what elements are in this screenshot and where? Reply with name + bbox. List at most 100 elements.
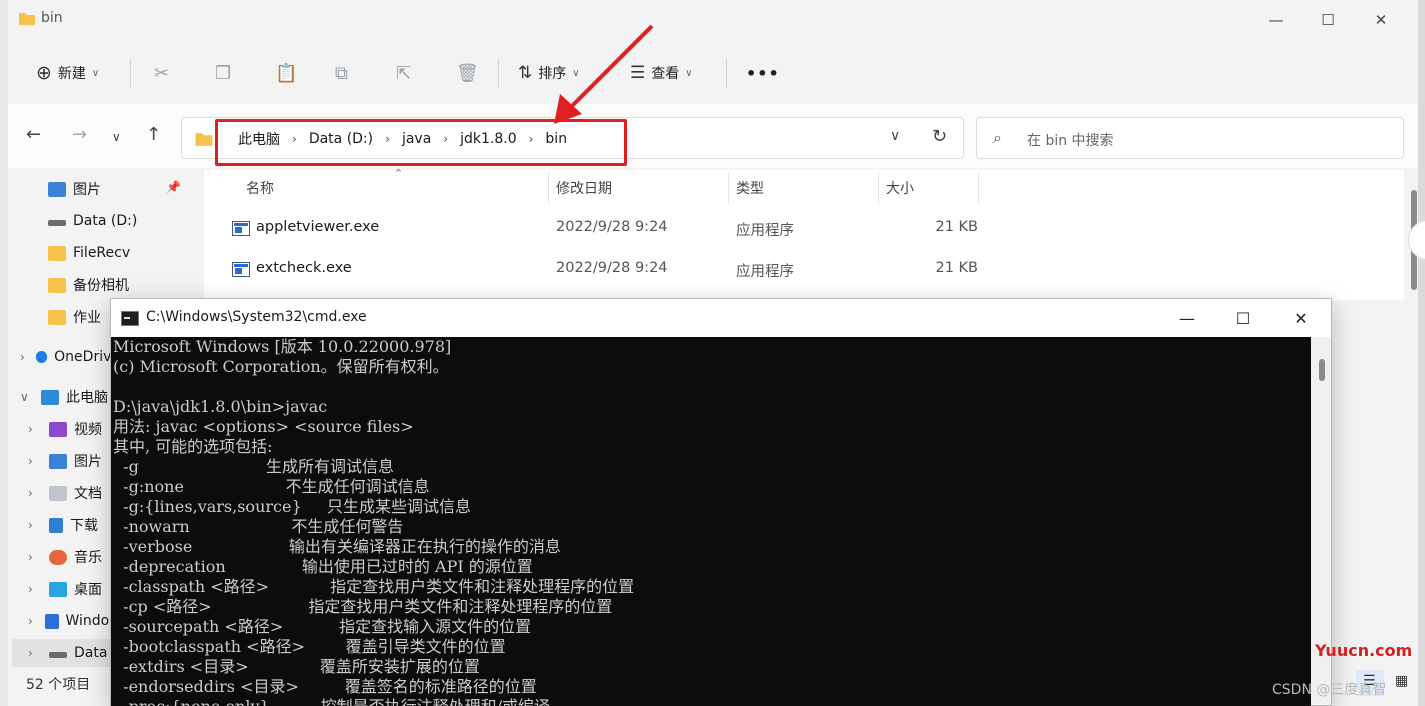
sidebar-item-backup[interactable]: 备份相机 bbox=[48, 271, 129, 299]
cmd-maximize-button[interactable]: ☐ bbox=[1215, 303, 1271, 333]
recent-chevron-icon[interactable]: ∨ bbox=[112, 130, 121, 144]
sidebar-item-label: FileRecv bbox=[73, 245, 131, 261]
drive-icon bbox=[48, 220, 66, 226]
chevron-right-icon[interactable]: › bbox=[28, 454, 42, 468]
copy-button[interactable]: ❐ bbox=[215, 58, 231, 88]
file-type: 应用程序 bbox=[736, 223, 794, 239]
cmd-window-title: C:\Windows\System32\cmd.exe bbox=[146, 309, 367, 325]
plus-circle-icon: ⊕ bbox=[36, 62, 52, 84]
video-icon bbox=[49, 421, 67, 437]
column-divider[interactable] bbox=[728, 172, 729, 204]
back-arrow-icon[interactable]: ← bbox=[26, 124, 41, 145]
column-divider[interactable] bbox=[878, 172, 879, 204]
maximize-icon: ☐ bbox=[1235, 308, 1251, 328]
console-line: (c) Microsoft Corporation。保留所有权利。 bbox=[113, 357, 449, 376]
search-placeholder: 在 bin 中搜索 bbox=[1027, 133, 1114, 149]
chevron-right-icon[interactable]: › bbox=[28, 550, 42, 564]
chevron-right-icon[interactable]: › bbox=[28, 518, 42, 532]
file-row[interactable]: appletviewer.exe 2022/9/28 9:24 应用程序 21 … bbox=[204, 210, 1004, 246]
trash-icon: 🗑 bbox=[456, 62, 479, 84]
command-bar: ⊕ 新建 ∨ ✂ ❐ 📋 ⧉ ⇱ 🗑 ⇅ 排序 ∨ ☰ 查看 ∨ ••• bbox=[8, 44, 1418, 102]
documents-icon bbox=[49, 485, 67, 501]
status-item-count: 52 个项目 bbox=[26, 677, 91, 693]
column-divider[interactable] bbox=[548, 172, 549, 204]
desktop-edge bbox=[1418, 0, 1425, 706]
sidebar-item-label: 视频 bbox=[74, 422, 102, 438]
chevron-right-icon[interactable]: › bbox=[28, 422, 42, 436]
cmd-title-bar[interactable]: C:\Windows\System32\cmd.exe — ☐ ✕ bbox=[111, 299, 1331, 337]
paste-button[interactable]: 📋 bbox=[275, 58, 297, 88]
cut-button[interactable]: ✂ bbox=[154, 58, 169, 88]
console-line: -proc:{none,only} 控制是否执行注释处理和/或编译。 bbox=[113, 697, 634, 706]
sidebar-item-label: 备份相机 bbox=[73, 278, 129, 294]
sidebar-item-data-drive[interactable]: Data (D:) bbox=[48, 207, 137, 235]
file-date: 2022/9/28 9:24 bbox=[556, 219, 668, 235]
sidebar-item-pictures[interactable]: 图片 bbox=[48, 175, 101, 203]
refresh-icon[interactable]: ↻ bbox=[932, 126, 947, 147]
more-icon: ••• bbox=[746, 63, 780, 83]
console-line: -cp <路径> 指定查找用户类文件和注释处理程序的位置 bbox=[113, 597, 613, 616]
console-line: -deprecation 输出使用已过时的 API 的源位置 bbox=[113, 557, 533, 576]
folder-icon bbox=[195, 133, 213, 146]
forward-arrow-icon[interactable]: → bbox=[72, 124, 87, 145]
new-button[interactable]: ⊕ 新建 ∨ bbox=[36, 58, 99, 88]
sidebar-item-label: 音乐 bbox=[74, 550, 102, 566]
file-name: extcheck.exe bbox=[256, 260, 352, 276]
sidebar-item-label: Data (D:) bbox=[73, 213, 138, 229]
tiles-view-icon: ▦ bbox=[1395, 673, 1409, 689]
rename-button[interactable]: ⧉ bbox=[335, 58, 348, 88]
close-button[interactable]: ✕ bbox=[1353, 6, 1409, 34]
share-icon: ⇱ bbox=[396, 62, 412, 84]
sidebar-item-filerecv[interactable]: FileRecv bbox=[48, 239, 130, 267]
application-icon bbox=[232, 221, 250, 236]
chevron-down-icon: ∨ bbox=[685, 67, 693, 79]
maximize-button[interactable]: ☐ bbox=[1300, 6, 1356, 34]
file-size: 21 KB bbox=[935, 219, 978, 235]
folder-icon bbox=[48, 309, 66, 325]
console-line: -endorseddirs <目录> 覆盖签名的标准路径的位置 bbox=[113, 677, 537, 696]
console-line: -sourcepath <路径> 指定查找输入源文件的位置 bbox=[113, 617, 532, 636]
search-input[interactable]: ⌕ 在 bin 中搜索 bbox=[976, 117, 1404, 159]
column-divider[interactable] bbox=[978, 172, 979, 204]
sidebar-item-label: Data bbox=[74, 645, 108, 661]
sidebar-item-label: 图片 bbox=[73, 182, 101, 198]
more-button[interactable]: ••• bbox=[746, 58, 780, 88]
cmd-minimize-button[interactable]: — bbox=[1159, 303, 1215, 333]
chevron-right-icon[interactable]: › bbox=[20, 350, 29, 364]
chevron-down-icon: ∨ bbox=[91, 67, 100, 79]
address-dropdown-icon[interactable]: ∨ bbox=[890, 128, 900, 144]
rename-icon: ⧉ bbox=[335, 62, 348, 84]
console-line: -g:{lines,vars,source} 只生成某些调试信息 bbox=[113, 497, 472, 516]
console-line: 其中, 可能的选项包括: bbox=[113, 437, 273, 456]
file-row[interactable]: extcheck.exe 2022/9/28 9:24 应用程序 21 KB bbox=[204, 251, 1004, 287]
watermark-csdn: CSDN @三度真智 bbox=[1272, 682, 1387, 698]
column-header-size[interactable]: 大小 bbox=[886, 178, 914, 198]
console-icon bbox=[121, 311, 139, 326]
sidebar-item-homework[interactable]: 作业 bbox=[48, 303, 101, 331]
share-button[interactable]: ⇱ bbox=[396, 58, 411, 88]
cmd-close-button[interactable]: ✕ bbox=[1273, 303, 1329, 333]
sidebar-item-this-pc[interactable]: ∨ 此电脑 bbox=[20, 383, 120, 411]
column-header-name[interactable]: 名称 bbox=[246, 178, 274, 198]
console-scroll-thumb[interactable] bbox=[1319, 359, 1325, 381]
chevron-right-icon[interactable]: › bbox=[28, 582, 42, 596]
search-icon: ⌕ bbox=[993, 128, 1002, 147]
chevron-down-icon[interactable]: ∨ bbox=[20, 390, 34, 404]
delete-button[interactable]: 🗑 bbox=[456, 58, 479, 88]
chevron-right-icon[interactable]: › bbox=[28, 646, 42, 660]
console-output[interactable]: Microsoft Windows [版本 10.0.22000.978] (c)… bbox=[111, 337, 1311, 706]
pictures-icon bbox=[49, 453, 67, 469]
console-line: 用法: javac <options> <source files> bbox=[113, 417, 414, 436]
column-header-type[interactable]: 类型 bbox=[736, 178, 764, 198]
window-title: bin bbox=[41, 10, 63, 26]
up-arrow-icon[interactable]: ↑ bbox=[146, 124, 161, 145]
minimize-button[interactable]: — bbox=[1248, 6, 1304, 34]
column-header-date[interactable]: 修改日期 bbox=[556, 178, 612, 198]
sidebar-item-onedrive[interactable]: › OneDrive bbox=[20, 343, 120, 371]
pin-icon: 📌 bbox=[166, 180, 181, 194]
tiles-view-button[interactable]: ▦ bbox=[1388, 670, 1416, 696]
chevron-right-icon[interactable]: › bbox=[28, 614, 38, 628]
chevron-right-icon[interactable]: › bbox=[28, 486, 42, 500]
explorer-title-bar[interactable]: bin — ☐ ✕ bbox=[8, 0, 1418, 40]
